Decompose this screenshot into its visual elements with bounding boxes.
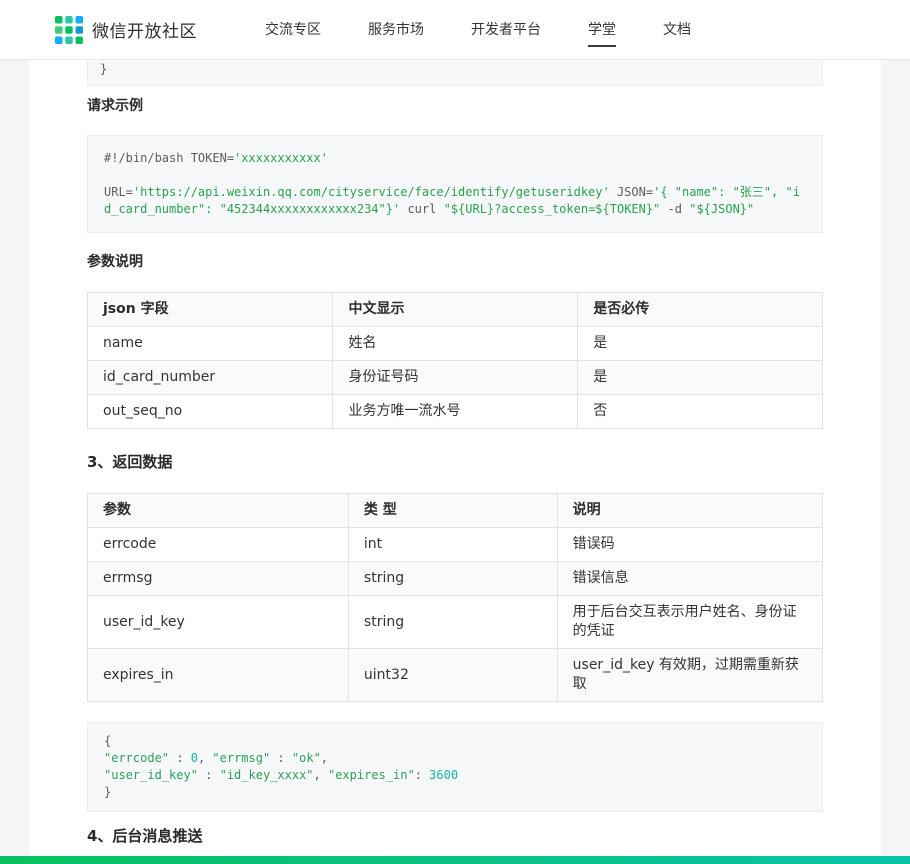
table-row: user_id_key string 用于后台交互表示用户姓名、身份证的凭证 [87, 595, 824, 649]
text-segment: } [104, 785, 112, 799]
text-segment: } [100, 62, 108, 76]
text-segment: URL= [104, 185, 133, 199]
text-segment: "errcode" [104, 751, 170, 765]
footer-accent-bar [0, 856, 910, 864]
table-cell: 否 [577, 394, 823, 429]
column-header: 参数 [87, 493, 349, 528]
text-segment: "id_key_xxxx" [219, 768, 314, 782]
table-row: out_seq_no 业务方唯一流水号否 [86, 394, 823, 429]
return-data-table: 参数类 型说明 errcode int 错误码 errmsg string 错误信息 user… [87, 493, 824, 702]
code-line: #!/bin/bash TOKEN='xxxxxxxxxxx' [104, 150, 806, 167]
code-line: } [104, 784, 806, 801]
code-line: "user_id_key" : "id_key_xxxx", "expires_… [104, 767, 806, 784]
table-cell: int [347, 527, 558, 562]
brand-logo-icon [55, 15, 83, 44]
message-push-heading: 4、后台消息推送 [87, 827, 203, 845]
text-segment: 'https://api.weixin.qq.com/cityservice/f… [132, 185, 610, 199]
text-segment: , [320, 751, 329, 765]
table-cell: expires_in [87, 648, 349, 702]
code-line: URL='https://api.weixin.qq.com/cityservi… [104, 184, 806, 218]
column-header: 类 型 [347, 493, 558, 528]
code-line: { [104, 733, 806, 750]
text-segment: -d [660, 202, 690, 216]
table-row: id_card_number 身份证号码是 [86, 360, 823, 395]
brand-title: 微信开放社区 [92, 22, 197, 42]
nav-menu: 交流专区 服务市场 开发者平台 学堂 文档 [265, 0, 738, 60]
table-cell: 姓名 [332, 326, 579, 361]
column-header: 说明 [556, 493, 824, 528]
nav-item[interactable]: 学堂 [588, 0, 616, 60]
return-data-heading: 3、返回数据 [87, 453, 173, 471]
nav-item[interactable]: 文档 [663, 0, 691, 60]
text-segment: : [270, 751, 292, 765]
code-line: "errcode" : 0, "errmsg" : "ok", [104, 750, 806, 767]
text-segment: : [414, 768, 430, 782]
table-row: expires_in uint32 user_id_key 有效期，过期需重新获取 [87, 648, 824, 702]
nav-item[interactable]: 服务市场 [368, 0, 424, 60]
table-cell: 是 [577, 360, 823, 395]
text-segment: 'xxxxxxxxxxx' [234, 151, 328, 165]
table-cell: 用于后台交互表示用户姓名、身份证的凭证 [556, 595, 824, 649]
table-cell: 错误码 [556, 527, 824, 562]
text-segment: 0 [190, 751, 198, 765]
text-segment: JSON= [609, 185, 654, 199]
text-segment: "ok" [291, 751, 321, 765]
text-segment: "${JSON}" [689, 202, 755, 216]
column-header: 是否必传 [577, 292, 823, 327]
code-line: } [100, 61, 810, 78]
table-cell: uint32 [347, 648, 558, 702]
table-cell: string [347, 561, 558, 596]
text-segment: "expires_in" [327, 768, 415, 782]
text-segment: 3600 [429, 768, 459, 782]
table-cell: string [347, 595, 558, 649]
nav-item[interactable]: 开发者平台 [471, 0, 541, 60]
table-header-row: 参数类 型说明 [87, 493, 824, 528]
table-row: name 姓名是 [86, 326, 823, 361]
column-header: 中文显示 [332, 292, 579, 327]
nav-item[interactable]: 交流专区 [265, 0, 321, 60]
text-segment: : [197, 768, 220, 782]
text-segment: , [197, 751, 213, 765]
bash-code-block: #!/bin/bash TOKEN='xxxxxxxxxxx' URL='htt… [87, 135, 823, 233]
table-cell: 业务方唯一流水号 [332, 394, 579, 429]
text-segment: curl [400, 202, 444, 216]
table-cell: 是 [577, 326, 823, 361]
top-navigation-bar: 微信开放社区 交流专区 服务市场 开发者平台 学堂 文档 [0, 0, 910, 60]
text-segment: "user_id_key" [104, 768, 198, 782]
json-response-code-block: {"errcode" : 0, "errmsg" : "ok", "user_id… [87, 722, 823, 812]
text-segment: "errmsg" [212, 751, 271, 765]
table-cell: errmsg [87, 561, 349, 596]
table-cell: out_seq_no [86, 394, 334, 429]
table-cell: id_card_number [86, 360, 334, 395]
table-header-row: json 字段 中文显示 是否必传 [86, 292, 823, 327]
text-segment: , [313, 768, 328, 782]
table-cell: errcode [87, 527, 349, 562]
text-segment: { [104, 734, 112, 748]
text-segment: #!/bin/bash TOKEN= [104, 151, 235, 165]
request-params-table: json 字段 中文显示 是否必传 name 姓名是 id_card_number 身份证号… [86, 292, 823, 429]
text-segment: : [169, 751, 191, 765]
text-segment: "${URL}?access_token=${TOKEN}" [443, 202, 661, 216]
request-example-heading: 请求示例 [87, 98, 143, 114]
table-cell: user_id_key 有效期，过期需重新获取 [556, 648, 824, 702]
params-heading: 参数说明 [87, 254, 143, 270]
table-cell: user_id_key [87, 595, 349, 649]
table-cell: 错误信息 [556, 561, 824, 596]
code-block-previous-tail: } [87, 60, 823, 86]
brand[interactable]: 微信开放社区 [55, 15, 197, 44]
table-row: errcode int 错误码 [87, 527, 824, 562]
column-header: json 字段 [86, 292, 334, 327]
document-content: } 请求示例 #!/bin/bash TOKEN='xxxxxxxxxxx' U… [29, 60, 881, 864]
table-row: errmsg string 错误信息 [87, 561, 824, 596]
table-cell: name [86, 326, 334, 361]
table-cell: 身份证号码 [332, 360, 579, 395]
